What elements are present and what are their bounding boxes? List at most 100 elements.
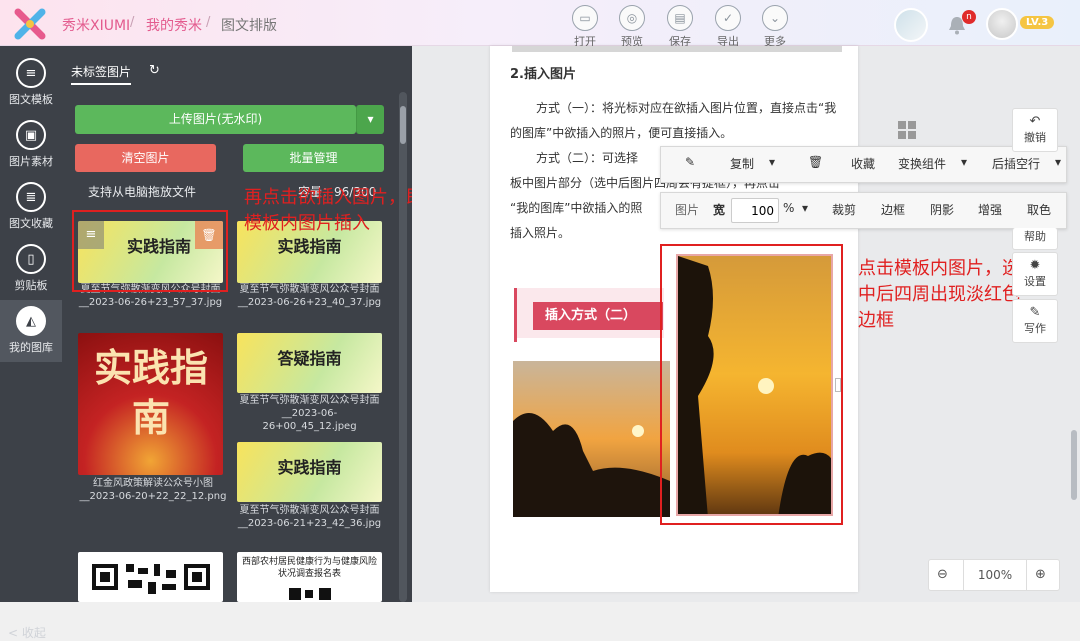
canvas-scrollbar[interactable] (1071, 430, 1077, 500)
gallery-image[interactable]: 西部农村居民健康行为与健康风险状况调查报名表 (237, 552, 382, 602)
doc-paragraph-1[interactable]: 方式（一）：将光标对应在欲插入图片位置，直接点击“我的图库”中欲插入的照片，便可… (510, 96, 840, 146)
notification-badge: n (962, 10, 976, 24)
more-button[interactable]: ⌄ 更多 (755, 5, 795, 49)
undo-label: 撤销 (1024, 131, 1046, 144)
gallery-panel: 未标签图片 ↻ 上传图片(无水印) ▾ 清空图片 批量管理 支持从电脑拖放文件 … (62, 46, 412, 602)
undo-icon: ↶ (1029, 114, 1041, 129)
zoom-control: ⊖ 100% ⊕ (928, 559, 1060, 591)
zoom-out-icon[interactable]: ⊖ (937, 567, 948, 582)
left-nav: ≡ 图文模板 ▣ 图片素材 ≣ 图文收藏 ▯ 剪贴板 ◭ 我的图库 < 收起 (0, 46, 62, 640)
image-title: 实践指南 (277, 458, 342, 477)
nav-label: 我的图库 (9, 341, 53, 354)
save-button[interactable]: ▤ 保存 (660, 5, 700, 49)
nav-label: 图文模板 (9, 93, 53, 106)
qr-code-icon (92, 564, 210, 594)
width-label: 宽 (713, 203, 726, 217)
insert-line-after-button[interactable]: 后插空行 (992, 155, 1040, 172)
avatar[interactable] (986, 8, 1018, 40)
nav-clipboard[interactable]: ▯ 剪贴板 (0, 238, 62, 300)
upload-dropdown-button[interactable]: ▾ (356, 105, 384, 134)
fingerprint-icon: ◎ (619, 5, 645, 31)
qr-code-icon (289, 588, 331, 600)
breadcrumb-layout: 图文排版 (221, 18, 277, 34)
shadow-button[interactable]: 阴影 (930, 201, 954, 218)
copy-dropdown-icon[interactable]: ▾ (769, 155, 775, 169)
breadcrumb-separator: / (130, 15, 135, 30)
sunset-image (513, 361, 670, 517)
zoom-in-icon[interactable]: ⊕ (1035, 567, 1046, 582)
brand-link[interactable]: 秀米XIUMI (62, 15, 130, 35)
collapse-button[interactable]: < 收起 (8, 624, 46, 641)
image-caption: 夏至节气弥散渐变风公众号封面__2023-06-26+00_45_12.jpeg (239, 395, 380, 432)
copy-button[interactable]: 复制 (730, 155, 754, 172)
gallery-image[interactable]: 答疑指南 (237, 333, 382, 393)
selection-highlight (660, 244, 843, 525)
help-button[interactable]: 帮助 (1012, 228, 1058, 250)
unit-select[interactable]: % (783, 201, 794, 215)
tab-untagged[interactable]: 未标签图片 (71, 63, 132, 85)
unit-dropdown-icon[interactable]: ▾ (802, 201, 808, 215)
nav-label: 图文收藏 (9, 217, 53, 230)
clear-images-button[interactable]: 清空图片 (75, 144, 216, 172)
zoom-level[interactable]: 100% (963, 560, 1027, 590)
write-button[interactable]: ✎ 写作 (1012, 299, 1058, 343)
gallery-image[interactable]: 实践指南 (237, 442, 382, 502)
panel-scrollbar[interactable] (399, 92, 407, 602)
border-button[interactable]: 边框 (881, 201, 905, 218)
doc-heading[interactable]: 2.插入图片 (510, 62, 840, 87)
breadcrumb-separator: / (206, 15, 211, 30)
preview-button[interactable]: ◎ 预览 (612, 5, 652, 49)
sunset-photo-left[interactable] (513, 361, 670, 517)
level-badge: LV.3 (1020, 16, 1055, 29)
help-label: 帮助 (1024, 230, 1046, 243)
xiumi-logo[interactable] (12, 6, 48, 42)
grid-icon[interactable] (898, 121, 916, 139)
settings-button[interactable]: ✹ 设置 (1012, 252, 1058, 296)
list-icon: ≡ (16, 58, 46, 88)
banner-title[interactable]: 插入方式（二） (533, 302, 663, 330)
chevron-down-icon: ⌄ (762, 5, 788, 31)
image-title: 西部农村居民健康行为与健康风险状况调查报名表 (241, 557, 377, 579)
settings-label: 设置 (1024, 275, 1046, 288)
gear-icon: ✹ (1029, 258, 1041, 273)
drop-hint: 支持从电脑拖放文件 (88, 185, 197, 199)
top-bar: 秀米XIUMI / 我的秀米 / 图文排版 ▭ 打开 ◎ 预览 ▤ 保存 ✓ 导出 ⌄ 更… (0, 0, 1080, 49)
banner-accent (514, 288, 517, 342)
nav-favorites[interactable]: ≣ 图文收藏 (0, 176, 62, 238)
transform-dropdown-icon[interactable]: ▾ (961, 155, 967, 169)
nav-templates[interactable]: ≡ 图文模板 (0, 52, 62, 114)
refresh-icon[interactable]: ↻ (149, 63, 160, 78)
nav-image-assets[interactable]: ▣ 图片素材 (0, 114, 62, 176)
gallery-image-qr[interactable] (78, 552, 223, 602)
resize-handle[interactable] (835, 378, 841, 392)
favorite-button[interactable]: 收藏 (851, 155, 875, 172)
insert-dropdown-icon[interactable]: ▾ (1055, 155, 1061, 169)
gallery-image[interactable]: 实践指南 (78, 333, 223, 475)
enhance-button[interactable]: 增强 (978, 201, 1002, 218)
width-input[interactable] (731, 198, 779, 223)
delete-icon[interactable]: 🗑 (808, 155, 823, 169)
image-icon: ▣ (16, 120, 46, 150)
nav-label: 图片素材 (9, 155, 53, 168)
open-button[interactable]: ▭ 打开 (565, 5, 605, 49)
write-label: 写作 (1024, 322, 1046, 335)
pick-color-button[interactable]: 取色 (1027, 201, 1051, 218)
export-button[interactable]: ✓ 导出 (708, 5, 748, 49)
undo-button[interactable]: ↶ 撤销 (1012, 108, 1058, 152)
image-caption: 夏至节气弥散渐变风公众号封面__2023-06-21+23_42_36.jpg (237, 505, 382, 529)
team-avatar[interactable] (894, 8, 928, 42)
batch-manage-button[interactable]: 批量管理 (243, 144, 384, 172)
breadcrumb-my-xiumi[interactable]: 我的秀米 (146, 15, 202, 35)
save-icon: ▤ (667, 5, 693, 31)
image-caption: 红金风政策解读公众号小图__2023-06-20+22_22_12.png (79, 478, 227, 502)
upload-button[interactable]: 上传图片(无水印) (75, 105, 356, 134)
image-title: 实践指南 (93, 345, 208, 440)
nav-my-gallery[interactable]: ◭ 我的图库 (0, 300, 62, 362)
gallery-icon: ◭ (16, 306, 46, 336)
transform-button[interactable]: 变换组件 (898, 155, 946, 172)
crop-button[interactable]: 裁剪 (832, 201, 856, 218)
pen-icon: ✎ (1029, 305, 1041, 320)
panel-scroll-thumb[interactable] (400, 106, 406, 144)
pin-icon[interactable]: ✎ (685, 155, 695, 169)
annotation-right: 点击模板内图片，选中后四周出现淡红色边框 (858, 258, 1020, 331)
